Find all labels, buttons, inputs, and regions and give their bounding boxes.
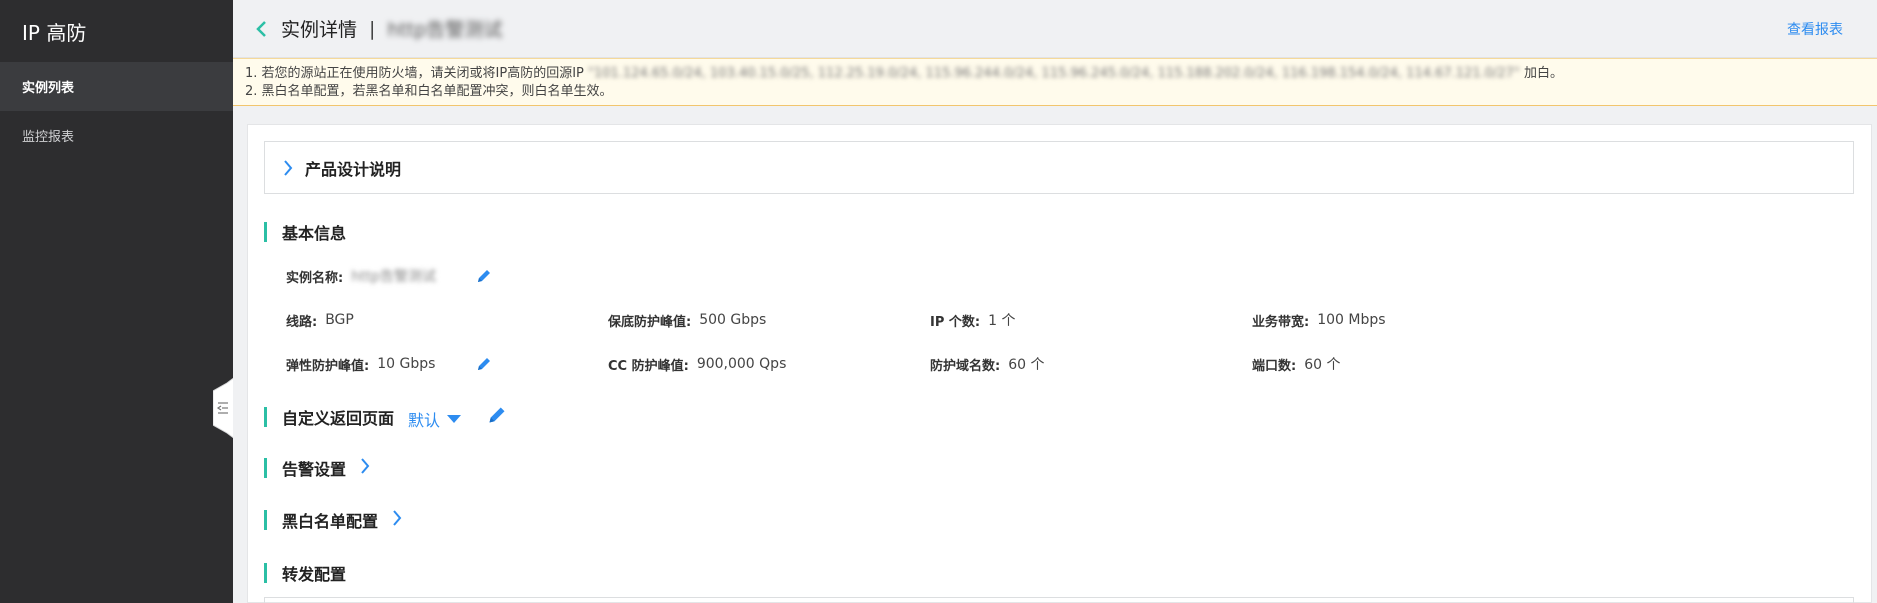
section-blackwhite: 黑白名单配置 [264, 509, 402, 531]
sidebar: IP 高防 实例列表 监控报表 [0, 0, 233, 603]
alarm-expand-chevron-icon[interactable] [360, 457, 370, 479]
section-basic-info-title: 基本信息 [282, 224, 347, 243]
instance-name-label: 实例名称: [286, 270, 344, 286]
cc-peak-label: CC 防护峰值: [608, 358, 689, 374]
elastic-peak-label: 弹性防护峰值: [286, 358, 370, 374]
product-design-collapse[interactable]: 产品设计说明 [264, 141, 1854, 194]
notice-ip-list: "101.124.65.0/24, 103.40.15.0/25, 112.25… [588, 66, 1520, 81]
field-instance-name: 实例名称: http告警测试 [286, 266, 436, 286]
main-area: 实例详情 | http告警测试 查看报表 1. 若您的源站正在使用防火墙，请关闭… [233, 0, 1877, 603]
instance-name-title: http告警测试 [387, 19, 503, 41]
section-bar [264, 407, 267, 427]
elastic-peak-value: 10 Gbps [377, 356, 436, 372]
sidebar-brand: IP 高防 [22, 20, 87, 45]
product-design-label: 产品设计说明 [305, 159, 402, 179]
section-custom-page-title: 自定义返回页面 [282, 409, 395, 428]
caret-down-icon [447, 415, 462, 423]
section-forward-title: 转发配置 [282, 565, 347, 584]
page-header: 实例详情 | http告警测试 查看报表 [233, 0, 1877, 58]
line-label: 线路: [286, 314, 318, 330]
notice-line1-prefix: 1. 若您的源站正在使用防火墙，请关闭或将IP高防的回源IP [245, 66, 584, 81]
sidebar-item-monitor-report[interactable]: 监控报表 [0, 111, 233, 160]
bandwidth-label: 业务带宽: [1252, 314, 1310, 330]
section-bar [264, 222, 267, 242]
section-custom-page: 自定义返回页面 [264, 406, 394, 428]
field-domain-count: 防护域名数: 60 个 [930, 354, 1044, 374]
bandwidth-value: 100 Mbps [1317, 312, 1386, 328]
sidebar-item-instance-list[interactable]: 实例列表 [0, 62, 233, 111]
field-base-peak: 保底防护峰值: 500 Gbps [608, 310, 766, 330]
domain-count-label: 防护域名数: [930, 358, 1001, 374]
port-count-label: 端口数: [1252, 358, 1297, 374]
section-bar [264, 510, 267, 530]
section-bar [264, 563, 267, 583]
field-elastic-peak: 弹性防护峰值: 10 Gbps [286, 354, 435, 374]
notice-line1-suffix: 加白。 [1519, 66, 1564, 81]
ip-count-label: IP 个数: [930, 314, 981, 330]
base-peak-value: 500 Gbps [699, 312, 767, 328]
field-port-count: 端口数: 60 个 [1252, 354, 1340, 374]
edit-elastic-pencil-icon[interactable] [476, 356, 492, 372]
section-basic-info: 基本信息 [264, 221, 346, 243]
detail-panel: 产品设计说明 基本信息 实例名称: http告警测试 线路: BGP 保底防护峰… [247, 124, 1872, 603]
section-forward: 转发配置 [264, 562, 346, 584]
custom-page-selected: 默认 [408, 411, 441, 430]
sidebar-collapse-toggle[interactable] [213, 377, 235, 439]
section-bar [264, 458, 267, 478]
section-alarm-title: 告警设置 [282, 460, 347, 479]
section-blackwhite-title: 黑白名单配置 [282, 512, 379, 531]
edit-custom-page-pencil-icon[interactable] [487, 405, 507, 425]
cc-peak-value: 900,000 Qps [696, 356, 787, 372]
chevron-right-icon [284, 159, 293, 176]
view-report-link[interactable]: 查看报表 [1787, 19, 1843, 39]
forward-table-top [264, 597, 1854, 603]
field-ip-count: IP 个数: 1 个 [930, 310, 1015, 330]
section-alarm: 告警设置 [264, 457, 370, 479]
domain-count-value: 60 个 [1008, 357, 1045, 373]
page-title: 实例详情 [281, 19, 358, 41]
blackwhite-expand-chevron-icon[interactable] [392, 509, 402, 531]
notice-line-1: 1. 若您的源站正在使用防火墙，请关闭或将IP高防的回源IP "101.124.… [245, 65, 1877, 83]
instance-name-value: http告警测试 [351, 269, 436, 285]
field-cc-peak: CC 防护峰值: 900,000 Qps [608, 354, 786, 374]
port-count-value: 60 个 [1304, 357, 1341, 373]
field-line: 线路: BGP [286, 310, 354, 330]
line-value: BGP [325, 312, 354, 328]
field-bandwidth: 业务带宽: 100 Mbps [1252, 310, 1386, 330]
custom-page-select[interactable]: 默认 [408, 407, 462, 431]
edit-name-pencil-icon[interactable] [476, 268, 492, 284]
back-arrow-icon[interactable] [255, 20, 273, 38]
notice-line-2: 2. 黑白名单配置，若黑名单和白名单配置冲突，则白名单生效。 [245, 84, 613, 99]
base-peak-label: 保底防护峰值: [608, 314, 692, 330]
notice-banner: 1. 若您的源站正在使用防火墙，请关闭或将IP高防的回源IP "101.124.… [233, 58, 1877, 106]
title-separator: | [369, 17, 376, 40]
ip-count-value: 1 个 [988, 313, 1016, 329]
